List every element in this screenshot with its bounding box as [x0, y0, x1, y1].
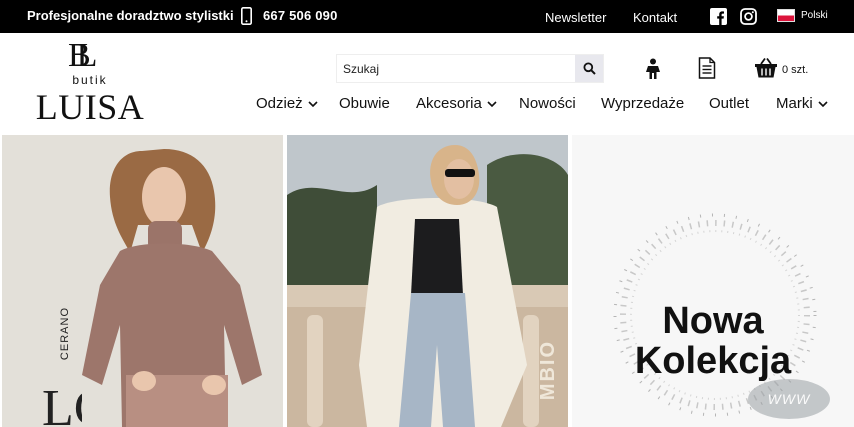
wishlist-list-icon[interactable]	[698, 57, 716, 79]
top-bar: Profesjonalne doradztwo stylistki 667 50…	[0, 0, 854, 33]
banner-new-collection[interactable]: Nowa Kolekcja WWW	[572, 135, 854, 427]
nav-item-label: Obuwie	[339, 95, 390, 112]
search-button[interactable]	[575, 55, 603, 82]
banner-cambio[interactable]: MBIO	[287, 135, 568, 427]
site-header: BL butik LUISA 0 szt. Odzież	[0, 33, 854, 135]
cerano-logo-icon: LC	[42, 380, 82, 427]
cart-icon[interactable]	[754, 57, 778, 79]
banner-brand: MBIO	[537, 340, 559, 401]
nav-item-wyprzedaze[interactable]: Wyprzedaże	[601, 95, 684, 112]
title-line-1: Nowa	[662, 300, 764, 342]
watermark-text: WWW	[767, 391, 811, 407]
nav-item-nowosci[interactable]: Nowości	[519, 95, 576, 112]
nav-item-label: Marki	[776, 95, 813, 112]
new-collection-title: Nowa Kolekcja	[572, 301, 854, 381]
search-input[interactable]	[337, 55, 576, 82]
chevron-down-icon	[818, 100, 828, 107]
chevron-down-icon	[308, 100, 318, 107]
language-selector[interactable]: Polski	[801, 10, 828, 21]
svg-text:LC: LC	[42, 380, 82, 427]
title-line-2: Kolekcja	[634, 340, 792, 382]
search-bar	[336, 54, 604, 83]
stylist-advice-text: Profesjonalne doradztwo stylistki	[27, 8, 234, 23]
nav-item-label: Outlet	[709, 95, 750, 112]
nav-item-odziez[interactable]: Odzież	[256, 95, 319, 112]
nav-item-label: Wyprzedaże	[601, 95, 685, 112]
account-icon[interactable]	[644, 58, 662, 80]
nav-item-akcesoria[interactable]: Akcesoria	[416, 95, 498, 112]
nav-item-label: Nowości	[519, 95, 576, 112]
nav-item-label: Odzież	[256, 95, 303, 112]
facebook-icon[interactable]	[710, 8, 727, 25]
nav-item-label: Akcesoria	[416, 95, 482, 112]
instagram-icon[interactable]	[740, 8, 757, 25]
chevron-down-icon	[487, 100, 497, 107]
watermark-badge: WWW	[748, 379, 830, 419]
main-navigation: Odzież Obuwie Akcesoria Nowości Wyprzeda…	[0, 95, 854, 115]
banner-cerano[interactable]: LC CERANO	[2, 135, 283, 427]
model-photo	[287, 135, 568, 427]
logo-sub: butik	[72, 73, 108, 87]
phone-icon	[241, 7, 252, 25]
phone-number-link[interactable]: 667 506 090	[263, 8, 338, 23]
nav-item-obuwie[interactable]: Obuwie	[339, 95, 390, 112]
newsletter-link[interactable]: Newsletter	[545, 10, 606, 25]
logo-monogram: BL	[68, 37, 97, 74]
nav-item-marki[interactable]: Marki	[776, 95, 829, 112]
cart-count[interactable]: 0 szt.	[782, 64, 808, 76]
nav-item-outlet[interactable]: Outlet	[709, 95, 749, 112]
poland-flag-icon[interactable]	[777, 9, 795, 22]
search-icon	[583, 62, 596, 75]
banner-brand: CERANO	[59, 307, 71, 361]
contact-link[interactable]: Kontakt	[633, 10, 677, 25]
